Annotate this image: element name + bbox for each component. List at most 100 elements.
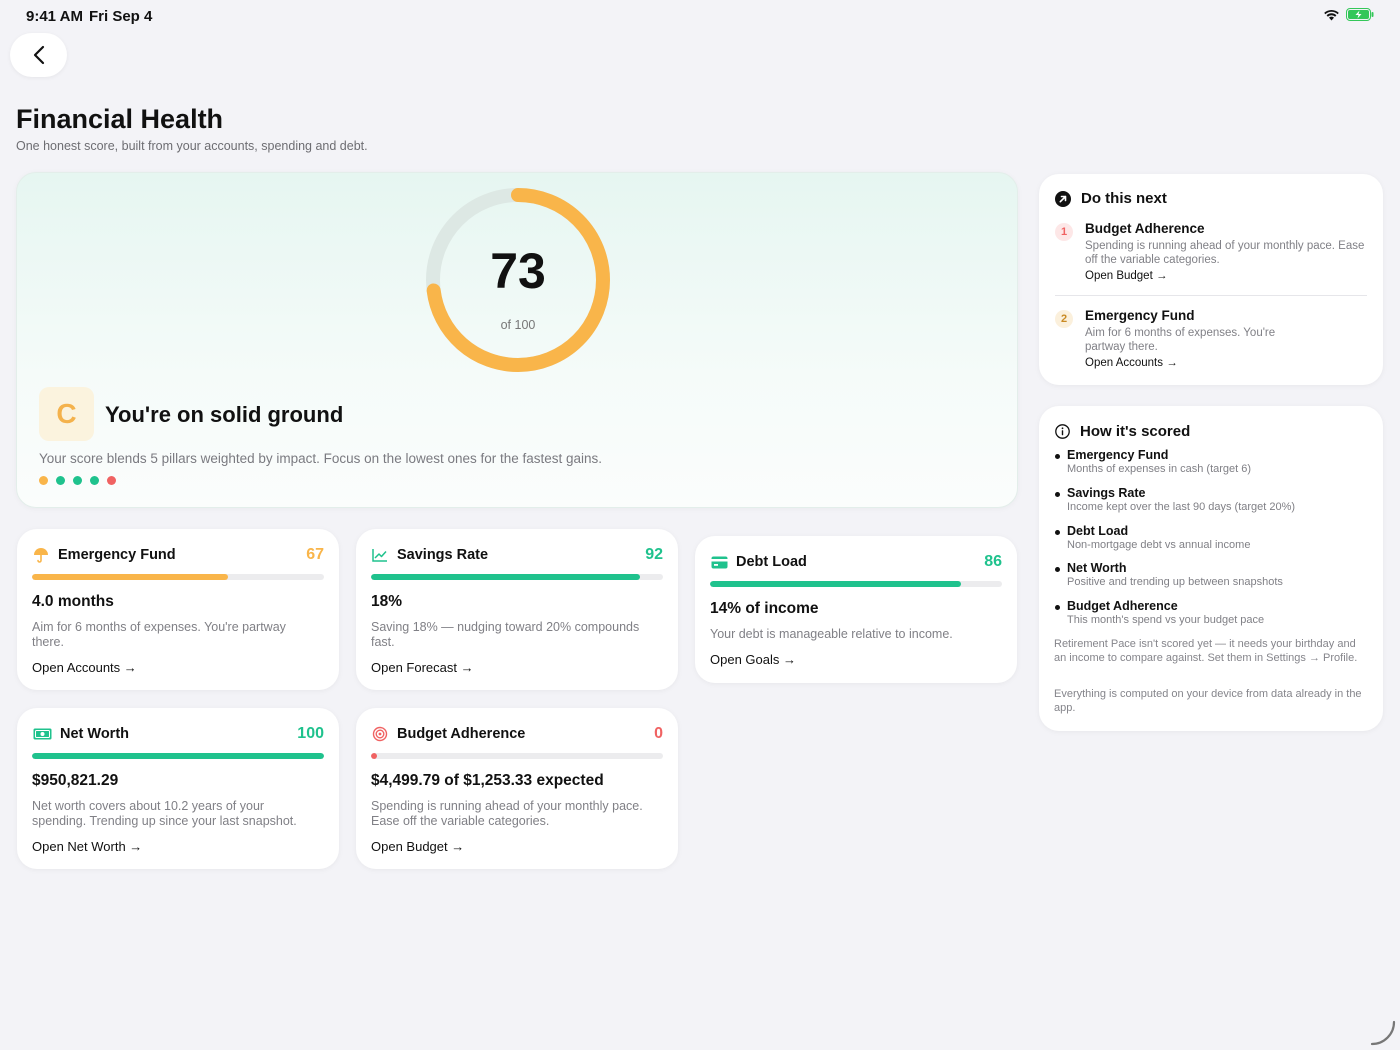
pillar-status-dot xyxy=(73,476,82,485)
pillar-value: 4.0 months xyxy=(32,593,114,610)
pillar-progress-bar xyxy=(32,574,324,580)
credit-card-icon xyxy=(710,553,728,571)
pillar-progress-bar xyxy=(371,574,663,580)
scoring-item-description: Months of expenses in cash (target 6) xyxy=(1067,463,1252,475)
open-forecast-link[interactable]: Open Forecast → xyxy=(371,660,474,675)
bullet xyxy=(1055,530,1060,535)
next-steps-card: Do this next 1 Budget Adherence Spending… xyxy=(1039,174,1383,385)
bullet xyxy=(1055,605,1060,610)
status-time: 9:41 AM xyxy=(26,8,83,25)
pillar-value: $950,821.29 xyxy=(32,772,119,789)
pillar-progress-fill xyxy=(371,574,640,580)
pillar-title: Budget Adherence xyxy=(397,726,526,742)
pillar-progress-fill xyxy=(32,753,324,759)
umbrella-icon xyxy=(32,546,50,564)
pillar-progress-bar xyxy=(710,581,1002,587)
open-budget-link[interactable]: Open Budget → xyxy=(1085,270,1167,282)
pillar-status-dot xyxy=(39,476,48,485)
open-accounts-link[interactable]: Open Accounts → xyxy=(1085,357,1178,369)
scoring-item-description: Non-mortgage debt vs annual income xyxy=(1067,539,1251,551)
resize-handle-icon[interactable] xyxy=(1370,1020,1396,1046)
pillar-value: $4,499.79 of $1,253.33 expected xyxy=(371,772,604,789)
pillar-value: 14% of income xyxy=(710,600,819,617)
pillar-status-dots xyxy=(39,476,116,485)
pillar-card-net-worth[interactable]: Net Worth 100 $950,821.29 Net worth cove… xyxy=(17,708,339,869)
pillar-title: Net Worth xyxy=(60,726,130,742)
pillar-score: 92 xyxy=(645,546,663,563)
trend-chart-icon xyxy=(371,546,389,564)
page-subtitle: One honest score, built from your accoun… xyxy=(16,139,368,153)
pillar-score: 86 xyxy=(984,553,1002,570)
status-date: Fri Sep 4 xyxy=(89,8,153,25)
scoring-item: Budget Adherence This month's spend vs y… xyxy=(1055,599,1367,629)
divider xyxy=(1055,295,1367,296)
pillar-title: Emergency Fund xyxy=(58,547,176,563)
open-goals-link[interactable]: Open Goals → xyxy=(710,652,796,667)
open-budget-link[interactable]: Open Budget → xyxy=(371,839,464,854)
bullet xyxy=(1055,492,1060,497)
scoring-item: Emergency Fund Months of expenses in cas… xyxy=(1055,448,1367,478)
pillar-card-budget-adherence[interactable]: Budget Adherence 0 $4,499.79 of $1,253.3… xyxy=(356,708,678,869)
pillar-score: 67 xyxy=(306,546,324,563)
score-description: Your score blends 5 pillars weighted by … xyxy=(39,451,603,466)
bullet xyxy=(1055,454,1060,459)
step-description: Spending is running ahead of your monthl… xyxy=(1085,240,1365,266)
scoring-item-name: Savings Rate xyxy=(1067,486,1146,500)
pillar-progress-bar xyxy=(371,753,663,759)
scoring-item-name: Debt Load xyxy=(1067,524,1129,538)
open-accounts-link[interactable]: Open Accounts → xyxy=(32,660,137,675)
status-bar: 9:41 AM Fri Sep 4 xyxy=(0,0,1400,32)
retirement-note: Retirement Pace isn't scored yet — it ne… xyxy=(1054,638,1358,664)
back-button[interactable] xyxy=(10,33,67,77)
chevron-left-icon xyxy=(33,45,44,65)
pillar-description: Saving 18% — nudging toward 20% compound… xyxy=(371,620,640,649)
pillar-description: Spending is running ahead of your monthl… xyxy=(371,799,643,828)
pillar-card-savings-rate[interactable]: Savings Rate 92 18% Saving 18% — nudging… xyxy=(356,529,678,690)
scoring-item-description: This month's spend vs your budget pace xyxy=(1067,614,1265,626)
pillar-score: 0 xyxy=(654,725,663,742)
scoring-info-card: How it's scored Emergency Fund Months of… xyxy=(1039,406,1383,731)
pillar-progress-bar xyxy=(32,753,324,759)
scoring-item-name: Budget Adherence xyxy=(1067,599,1178,613)
info-icon xyxy=(1055,424,1070,439)
arrow-up-right-circle-icon xyxy=(1055,190,1071,207)
pillar-status-dot xyxy=(107,476,116,485)
target-icon xyxy=(371,725,389,743)
step-title: Budget Adherence xyxy=(1085,221,1205,236)
status-indicators xyxy=(1323,8,1374,21)
scoring-item-description: Income kept over the last 90 days (targe… xyxy=(1067,501,1296,513)
pillar-card-emergency-fund[interactable]: Emergency Fund 67 4.0 months Aim for 6 m… xyxy=(17,529,339,690)
next-steps-title: Do this next xyxy=(1081,190,1167,207)
banknote-icon xyxy=(32,725,52,743)
pillar-description: Your debt is manageable relative to inco… xyxy=(710,627,953,641)
battery-charging-icon xyxy=(1346,8,1374,21)
step-number-badge: 2 xyxy=(1055,310,1073,328)
pillar-progress-fill xyxy=(32,574,228,580)
score-hero-card: 73 of 100 C You're on solid ground Your … xyxy=(16,172,1018,508)
score-value: 73 xyxy=(490,243,546,299)
next-step-item: 2 Emergency Fund Aim for 6 months of exp… xyxy=(1055,308,1367,370)
step-description: Aim for 6 months of expenses. You're par… xyxy=(1085,327,1276,353)
wifi-icon xyxy=(1324,9,1339,21)
bullet xyxy=(1055,567,1060,572)
pillar-progress-fill xyxy=(710,581,962,587)
next-step-item: 1 Budget Adherence Spending is running a… xyxy=(1055,221,1367,283)
pillar-title: Savings Rate xyxy=(397,547,489,563)
scoring-title: How it's scored xyxy=(1080,423,1191,440)
scoring-item: Savings Rate Income kept over the last 9… xyxy=(1055,486,1367,516)
pillar-description: Aim for 6 months of expenses. You're par… xyxy=(32,620,286,649)
scoring-item-name: Emergency Fund xyxy=(1067,448,1169,462)
pillar-card-debt-load[interactable]: Debt Load 86 14% of income Your debt is … xyxy=(695,536,1017,683)
scoring-item-name: Net Worth xyxy=(1067,561,1127,575)
scoring-item: Debt Load Non-mortgage debt vs annual in… xyxy=(1055,524,1367,554)
pillar-title: Debt Load xyxy=(736,554,807,570)
pillar-value: 18% xyxy=(371,593,403,610)
score-ring: 73 of 100 xyxy=(423,185,613,375)
pillar-status-dot xyxy=(90,476,99,485)
scoring-item-description: Positive and trending up between snapsho… xyxy=(1067,576,1283,588)
grade-badge: C xyxy=(39,387,94,441)
pillar-description: Net worth covers about 10.2 years of you… xyxy=(32,799,297,828)
pillar-progress-fill xyxy=(371,753,377,759)
step-number-badge: 1 xyxy=(1055,223,1073,241)
open-net-worth-link[interactable]: Open Net Worth → xyxy=(32,839,142,854)
